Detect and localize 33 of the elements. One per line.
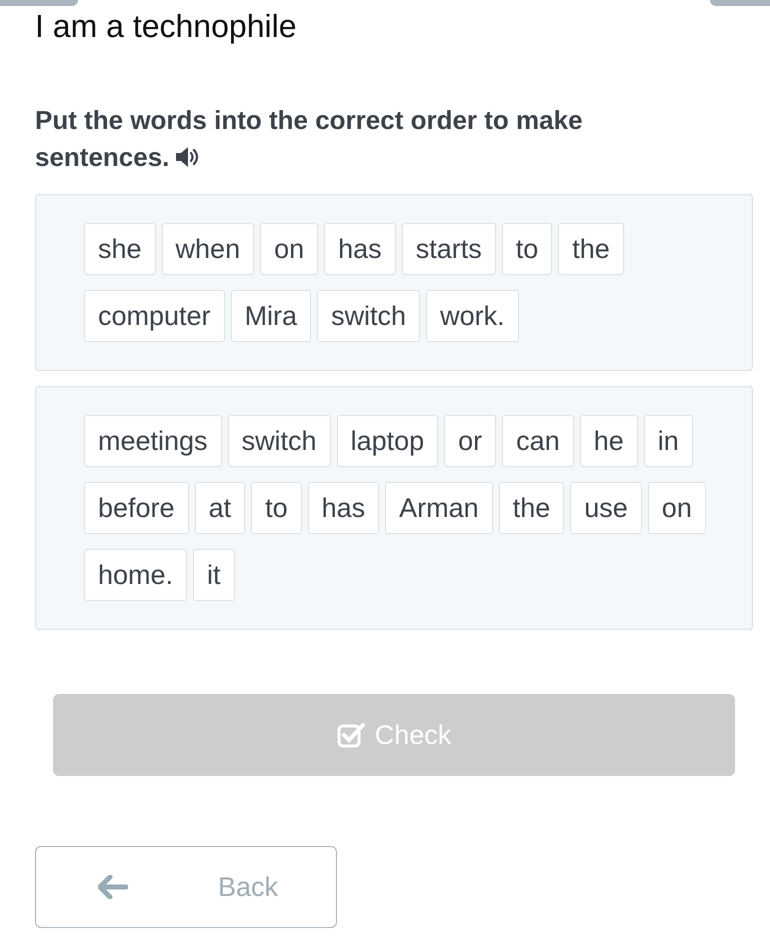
word-chip[interactable]: use (570, 482, 642, 534)
word-chip[interactable]: starts (402, 223, 496, 275)
word-chip[interactable]: in (644, 415, 693, 467)
word-chip[interactable]: Arman (385, 482, 493, 534)
page-title: I am a technophile (35, 8, 296, 44)
word-chip[interactable]: laptop (336, 415, 438, 467)
word-chip[interactable]: on (648, 482, 706, 534)
word-chip[interactable]: she (84, 223, 156, 275)
word-chip[interactable]: work. (426, 290, 519, 342)
word-chip[interactable]: the (498, 482, 564, 534)
word-chip[interactable]: on (260, 223, 318, 275)
word-chip[interactable]: it (193, 549, 235, 601)
word-chip[interactable]: at (194, 482, 246, 534)
nav-button-edge (710, 0, 770, 6)
word-chip[interactable]: to (502, 223, 552, 275)
word-chip[interactable]: switch (228, 415, 331, 467)
word-chip[interactable]: switch (317, 290, 420, 342)
left-arrow-icon (98, 875, 128, 899)
word-chip[interactable]: he (580, 415, 638, 467)
word-chip[interactable]: has (324, 223, 396, 275)
word-chip[interactable]: or (444, 415, 496, 467)
word-chip[interactable]: when (162, 223, 254, 275)
word-chip[interactable]: to (251, 482, 302, 534)
word-chip[interactable]: has (308, 482, 380, 534)
checkbox-icon (336, 722, 365, 748)
word-chip[interactable]: home. (84, 549, 188, 601)
word-chip[interactable]: the (558, 223, 624, 275)
instruction-text: Put the words into the correct order to make sentences. (35, 104, 584, 174)
word-chip[interactable]: before (84, 482, 189, 534)
word-chip[interactable]: can (502, 415, 574, 467)
word-chip[interactable]: meetings (84, 415, 222, 467)
word-chip[interactable]: Mira (230, 290, 312, 342)
word-chip[interactable]: computer (84, 290, 225, 342)
